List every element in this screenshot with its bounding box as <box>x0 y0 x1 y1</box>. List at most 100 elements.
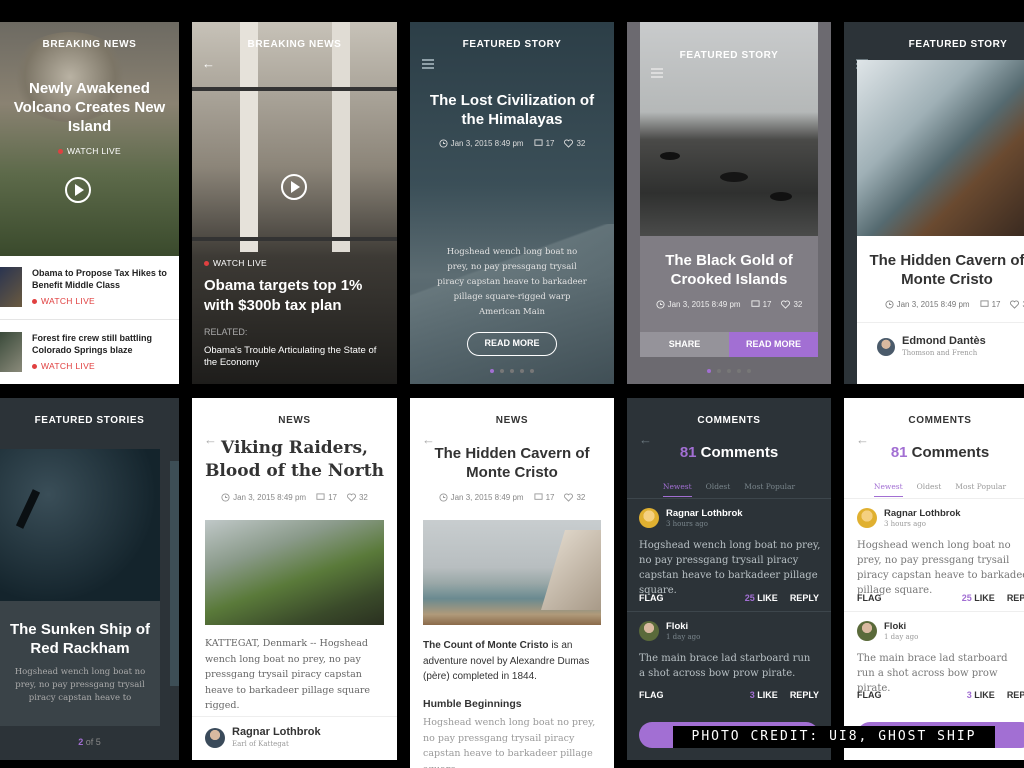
headline[interactable]: Obama targets top 1% with $300b tax plan <box>204 276 387 316</box>
page-dots[interactable] <box>410 369 614 373</box>
author-name[interactable]: Ragnar Lothbrok <box>232 726 321 738</box>
page-current: 2 <box>78 737 84 747</box>
comment-count-heading: 81 Comments <box>627 444 831 461</box>
page-dots[interactable] <box>627 369 831 373</box>
reply-button[interactable]: REPLY <box>1007 690 1024 700</box>
pagination: 2 of 5 <box>0 737 179 747</box>
clock-icon <box>439 139 448 148</box>
avatar[interactable] <box>205 728 225 748</box>
like-label: LIKE <box>974 593 995 603</box>
tab-most-popular[interactable]: Most Popular <box>955 482 1006 497</box>
headline[interactable]: The Sunken Ship of Red Rackham <box>6 620 154 658</box>
flag-button[interactable]: FLAG <box>857 690 882 700</box>
like-count[interactable]: 32 <box>1010 300 1024 310</box>
screen-title: BREAKING NEWS <box>247 39 342 50</box>
screen-comments-dark: ← COMMENTS 81 Comments Newest Oldest Mos… <box>627 398 831 760</box>
like-count[interactable]: 32 <box>346 493 368 503</box>
comment-time: 1 day ago <box>666 633 701 641</box>
headline[interactable]: The Lost Civilization of the Himalayas <box>422 91 602 129</box>
screen-title: COMMENTS <box>908 415 972 426</box>
item-title: Forest fire crew still battling Colorado… <box>32 333 153 355</box>
comment-count-text: 17 <box>545 139 555 148</box>
list-item[interactable]: Obama to Propose Tax Hikes to Benefit Mi… <box>0 256 179 320</box>
reply-button[interactable]: REPLY <box>790 690 819 700</box>
comment-count[interactable]: 17 <box>751 300 771 309</box>
item-live: WATCH LIVE <box>32 361 95 371</box>
headline[interactable]: Newly Awakened Volcano Creates New Islan… <box>6 79 173 136</box>
watch-live-link[interactable]: WATCH LIVE <box>204 258 267 268</box>
avatar[interactable] <box>639 508 659 528</box>
author-name[interactable]: Edmond Dantès <box>902 335 986 347</box>
like-button[interactable]: 25 LIKE <box>745 593 778 603</box>
headline[interactable]: Viking Raiders, Blood of the North <box>202 437 387 483</box>
menu-icon[interactable] <box>651 68 663 78</box>
back-arrow-icon[interactable]: ← <box>202 56 215 71</box>
screen-title: FEATURED STORY <box>908 39 1008 50</box>
read-more-button[interactable]: READ MORE <box>729 332 818 357</box>
play-icon[interactable] <box>65 177 91 203</box>
share-button[interactable]: SHARE <box>640 332 729 357</box>
avatar[interactable] <box>857 621 877 641</box>
comment-icon <box>534 493 543 501</box>
watch-live-label: WATCH LIVE <box>213 258 268 268</box>
headline[interactable]: The Black Gold of Crooked Islands <box>647 251 811 289</box>
commenter-name[interactable]: Floki <box>884 621 906 632</box>
reply-button[interactable]: REPLY <box>1007 593 1024 603</box>
tab-oldest[interactable]: Oldest <box>706 482 731 497</box>
flag-button[interactable]: FLAG <box>639 690 664 700</box>
reply-button[interactable]: REPLY <box>790 593 819 603</box>
tab-newest[interactable]: Newest <box>873 482 903 497</box>
comment-actions: FLAG 3 LIKE REPLY <box>857 690 1024 700</box>
screen-title: FEATURED STORIES <box>34 415 145 426</box>
comment-icon <box>316 493 325 501</box>
list-item[interactable]: Forest fire crew still battling Colorado… <box>0 321 179 384</box>
menu-icon[interactable] <box>422 59 434 69</box>
building-columns <box>240 22 258 252</box>
tab-newest[interactable]: Newest <box>662 482 692 497</box>
date: Jan 3, 2015 8:49 pm <box>656 300 741 309</box>
flag-button[interactable]: FLAG <box>857 593 882 603</box>
like-button[interactable]: 25 LIKE <box>962 593 995 603</box>
next-card-peek[interactable] <box>170 461 179 686</box>
commenter-name[interactable]: Ragnar Lothbrok <box>884 508 961 519</box>
tab-oldest[interactable]: Oldest <box>917 482 942 497</box>
like-button[interactable]: 3 LIKE <box>750 690 778 700</box>
comment-count[interactable]: 17 <box>980 300 1000 309</box>
like-count-text: 3 <box>749 690 755 700</box>
headline[interactable]: The Hidden Cavern of Monte Cristo <box>422 444 602 482</box>
read-more-button[interactable]: READ MORE <box>467 332 557 356</box>
watch-live-link[interactable]: WATCH LIVE <box>0 146 179 156</box>
headline[interactable]: The Hidden Cavern of Monte Cristo <box>864 251 1024 289</box>
page-total: of 5 <box>85 737 101 747</box>
date-text: Jan 3, 2015 8:49 pm <box>450 139 524 148</box>
item-live: WATCH LIVE <box>32 296 95 306</box>
like-count-text: 3 <box>966 690 972 700</box>
related-link[interactable]: Obama's Trouble Articulating the State o… <box>204 345 387 369</box>
avatar[interactable] <box>877 338 895 356</box>
comment-count[interactable]: 17 <box>316 493 337 502</box>
date: Jan 3, 2015 8:49 pm <box>221 493 306 502</box>
lead-paragraph: The Count of Monte Cristo is an adventur… <box>423 638 602 685</box>
avatar[interactable] <box>639 621 659 641</box>
comment-time: 3 hours ago <box>884 520 926 528</box>
tab-most-popular[interactable]: Most Popular <box>744 482 795 497</box>
watch-live-label: WATCH LIVE <box>66 146 121 156</box>
commenter-name[interactable]: Floki <box>666 621 688 632</box>
avatar[interactable] <box>857 508 877 528</box>
subhead: Humble Beginnings <box>423 698 522 710</box>
commenter-name[interactable]: Ragnar Lothbrok <box>666 508 743 519</box>
date-text: Jan 3, 2015 8:49 pm <box>896 300 970 309</box>
like-count[interactable]: 32 <box>564 139 586 149</box>
like-count[interactable]: 32 <box>564 493 585 503</box>
comment-count[interactable]: 17 <box>534 139 555 148</box>
like-button[interactable]: 3 LIKE <box>967 690 995 700</box>
comment-actions: FLAG 3 LIKE REPLY <box>639 690 819 700</box>
screen-news-viking: ← NEWS Viking Raiders, Blood of the Nort… <box>192 398 397 760</box>
like-count-text: 32 <box>576 139 586 148</box>
play-icon[interactable] <box>281 174 307 200</box>
comment-count[interactable]: 17 <box>534 493 554 502</box>
hero-image <box>857 60 1024 236</box>
like-count[interactable]: 32 <box>781 300 802 310</box>
comment-icon <box>534 139 543 147</box>
flag-button[interactable]: FLAG <box>639 593 664 603</box>
